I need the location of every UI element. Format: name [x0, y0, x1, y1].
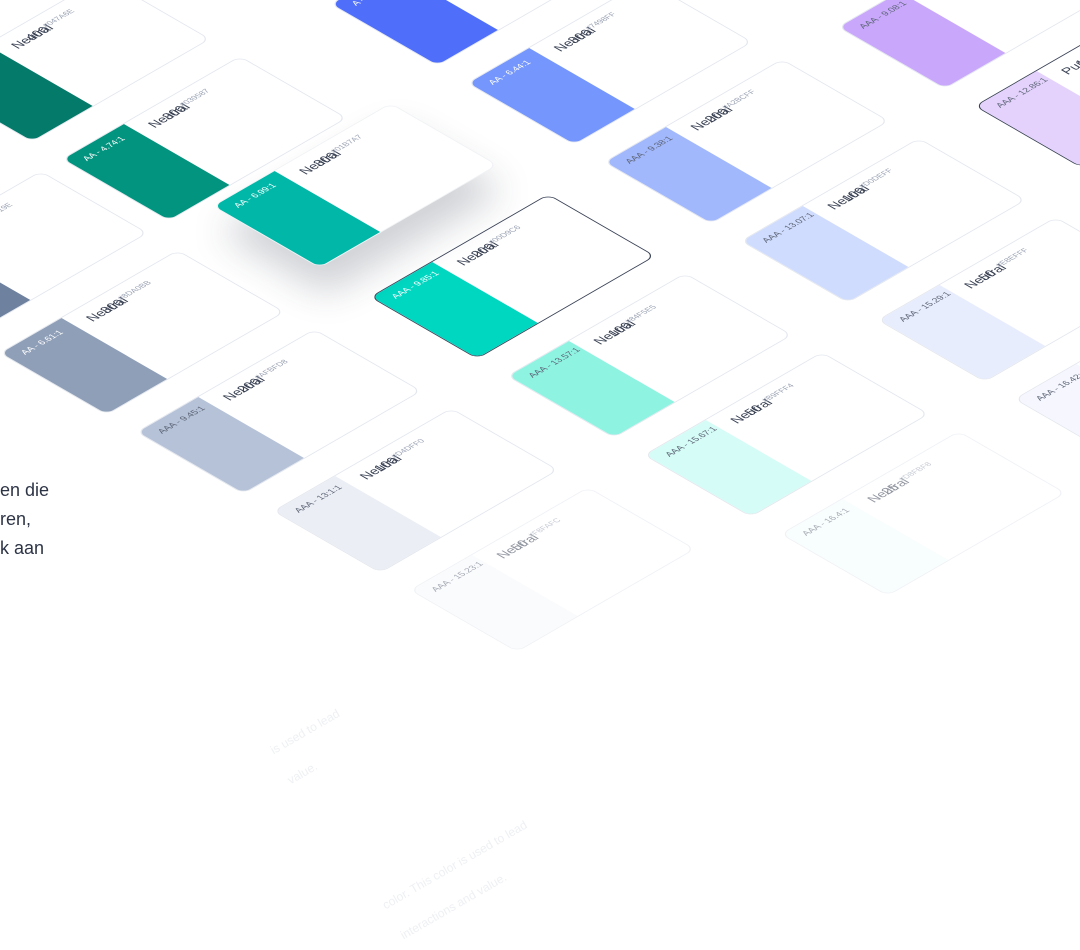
color-hex: #01B7A7	[328, 133, 365, 155]
color-hex: #AFBFD8	[252, 358, 291, 381]
contrast-ratio: AAA - 15.29:1	[896, 290, 954, 323]
intro-line-2: ren,	[0, 509, 32, 529]
contrast-ratio: A - 4.24:1	[349, 0, 391, 7]
intro-text: en die ren, k aan	[0, 476, 49, 563]
contrast-ratio: AAA - 12.86:1	[993, 76, 1051, 109]
color-hex: #D8FBF8	[896, 460, 934, 483]
color-hex: #F8FAFC	[525, 516, 564, 539]
intro-line-3: k aan	[0, 538, 45, 558]
contrast-ratio: AAA - 9.08:1	[856, 0, 909, 30]
contrast-ratio: AAA - 15.23:1	[428, 560, 486, 593]
color-hex: #B9FFF4	[759, 382, 797, 404]
contrast-ratio: AAA - 9.38:1	[622, 134, 676, 165]
color-hex: #D4DFF0	[388, 437, 427, 460]
faint-caption-1: is used to lead	[268, 706, 343, 758]
faint-caption-2: value.	[285, 758, 320, 788]
color-hex: #047A6E	[40, 7, 77, 29]
color-swatch: A - 4.24:1	[331, 0, 498, 65]
color-swatch: AAA - 16.42:1	[1015, 364, 1080, 460]
contrast-ratio: AAA - 9.85:1	[388, 269, 442, 300]
contrast-ratio: AA - 6.44:1	[485, 58, 534, 86]
color-hex: #8DA0BB	[115, 279, 154, 302]
contrast-ratio: AAA - 16.42:1	[1033, 369, 1080, 402]
intro-line-1: en die	[0, 480, 50, 500]
contrast-ratio: AAA - 13.07:1	[759, 211, 817, 244]
color-hex: #039587	[177, 87, 212, 108]
contrast-ratio: AAA - 13.57:1	[525, 346, 583, 379]
contrast-ratio: AA - 6.99:1	[231, 181, 279, 210]
contrast-ratio: AA - 4.74:1	[80, 134, 128, 163]
contrast-ratio: AA - 6.61:1	[18, 328, 66, 356]
contrast-ratio: AAA - 13:1:1	[291, 483, 345, 514]
contrast-ratio: AAA - 9.45:1	[155, 404, 208, 435]
color-hex: #7498FF	[582, 10, 619, 32]
palette-showcase: AAA - 15.23:1 Neutral 50 #F8FAFC AAA - 13:1:…	[0, 0, 1080, 950]
contrast-ratio: AAA - 16.4:1	[799, 506, 852, 537]
color-hex: #A2BCFF	[719, 88, 758, 111]
contrast-ratio: AAA - 15.67:1	[662, 425, 720, 458]
color-hex: #84F5E5	[622, 303, 659, 325]
color-hex: #00D9C6	[485, 224, 523, 246]
color-hex: #E8EFFF	[993, 246, 1031, 269]
color-swatch: AAA - 12.86:1	[976, 71, 1080, 167]
color-hex: #D0DEFF	[856, 167, 896, 190]
color-hex: #6E819E	[0, 201, 15, 223]
